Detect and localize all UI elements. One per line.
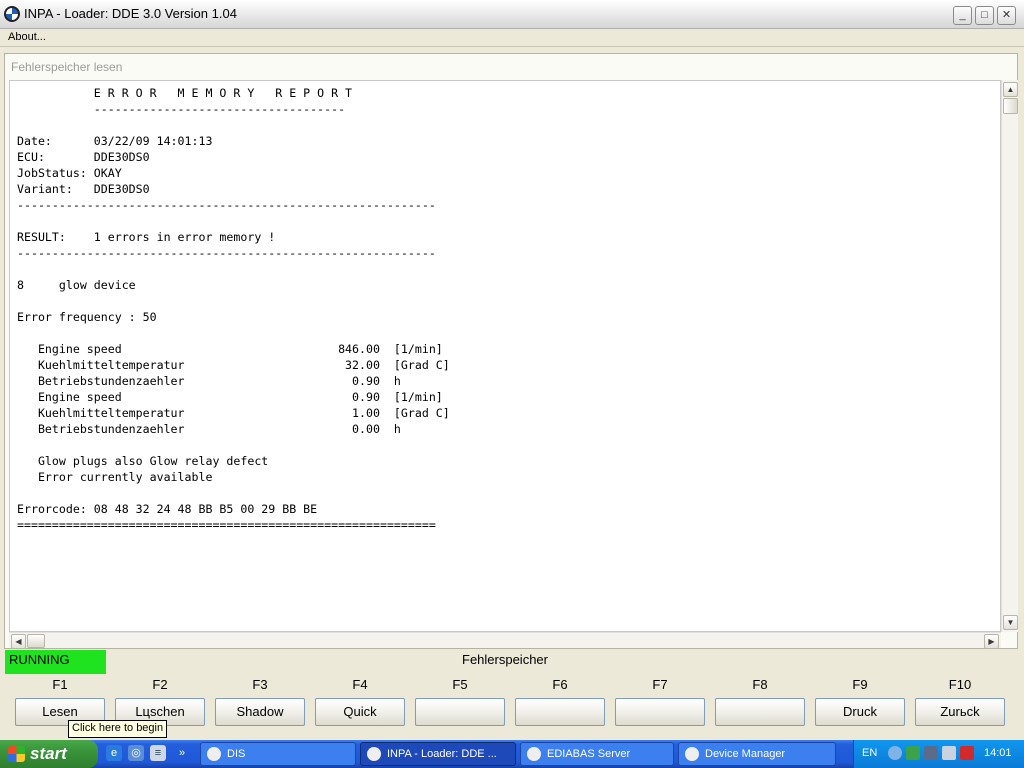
system-tray: EN 14:01 [853,740,1024,768]
fkey-button-f5[interactable] [415,698,505,726]
task-label: INPA - Loader: DDE ... [387,748,497,760]
fkey-button-f8[interactable] [715,698,805,726]
fkey-label-f4: F4 [352,677,368,692]
maximize-button[interactable]: □ [975,6,994,25]
vertical-scrollbar[interactable]: ▲ ▼ [1001,80,1018,632]
taskbar-button[interactable]: INPA - Loader: DDE ... [360,742,516,766]
fkey-button-f7[interactable] [615,698,705,726]
fkey-column-f2: F2 Lцschen [115,675,205,726]
fkey-column-f6: F6 [515,675,605,726]
task-label: EDIABAS Server [547,748,631,760]
panel-title: Fehlerspeicher lesen [11,60,123,74]
vertical-scroll-thumb[interactable] [1003,98,1018,114]
menu-bar: About... [0,29,1024,47]
tray-monitor-icon[interactable] [924,746,938,760]
error-memory-panel: Fehlerspeicher lesen E R R O R M E M O R… [4,53,1018,649]
task-label: Device Manager [705,748,786,760]
more-chevron-icon[interactable]: » [174,745,190,761]
fkey-column-f1: F1 Lesen [15,675,105,726]
fkey-column-f10: F10 Zurьck [915,675,1005,726]
scroll-up-icon[interactable]: ▲ [1003,82,1018,97]
language-indicator[interactable]: EN [862,747,877,759]
fkey-label-f7: F7 [652,677,668,692]
close-button[interactable]: ✕ [997,6,1016,25]
fkey-label-f8: F8 [752,677,768,692]
fkey-label-f5: F5 [452,677,468,692]
tray-volume-icon[interactable] [942,746,956,760]
menu-about[interactable]: About... [8,31,46,43]
fkey-button-f9[interactable]: Druck [815,698,905,726]
title-bar[interactable]: INPA - Loader: DDE 3.0 Version 1.04 _ □ … [0,0,1024,29]
fkey-label-f9: F9 [852,677,868,692]
window-title: INPA - Loader: DDE 3.0 Version 1.04 [24,6,237,21]
minimize-button[interactable]: _ [953,6,972,25]
bmw-logo-icon [4,6,20,22]
report-text: E R R O R M E M O R Y R E P O R T ------… [17,86,450,532]
internet-explorer-icon[interactable]: e [106,745,122,761]
windows-logo-icon [8,746,25,762]
horizontal-scrollbar[interactable]: ◀ ▶ [9,632,1001,649]
taskbar-button[interactable]: EDIABAS Server [520,742,674,766]
notepad-icon[interactable]: ≡ [150,745,166,761]
start-tooltip: Click here to begin [68,720,168,738]
fkey-column-f7: F7 [615,675,705,726]
task-app-icon [207,747,221,761]
fkey-label-f2: F2 [152,677,168,692]
scroll-down-icon[interactable]: ▼ [1003,615,1018,630]
horizontal-scroll-thumb[interactable] [27,634,45,648]
tray-network-icon[interactable] [906,746,920,760]
fkey-label-f3: F3 [252,677,268,692]
fkey-label-f10: F10 [948,677,972,692]
task-app-icon [367,747,381,761]
fkey-button-f10[interactable]: Zurьck [915,698,1005,726]
scroll-right-icon[interactable]: ▶ [984,634,999,649]
fkey-label-f1: F1 [52,677,68,692]
fkey-button-f6[interactable] [515,698,605,726]
report-area[interactable]: E R R O R M E M O R Y R E P O R T ------… [9,80,1001,632]
fkey-column-f4: F4 Quick [315,675,405,726]
task-app-icon [685,747,699,761]
status-title: Fehlerspeicher [462,652,548,667]
clock: 14:01 [984,747,1012,759]
fkey-button-f3[interactable]: Shadow [215,698,305,726]
fkey-column-f8: F8 [715,675,805,726]
tray-antivirus-icon[interactable] [960,746,974,760]
start-label: start [30,744,67,763]
taskbar: start e ◎ ≡ » DIS INPA - Loader: DDE ... E… [0,740,1024,768]
fkey-label-f6: F6 [552,677,568,692]
taskbar-button[interactable]: Device Manager [678,742,836,766]
task-app-icon [527,747,541,761]
explorer-icon[interactable]: ◎ [128,745,144,761]
tray-hide-icon[interactable] [888,746,902,760]
fkey-button-f4[interactable]: Quick [315,698,405,726]
task-label: DIS [227,748,246,760]
status-row: RUNNING Fehlerspeicher [4,649,1018,675]
quick-launch: e ◎ ≡ » [104,745,194,763]
fkey-column-f9: F9 Druck [815,675,905,726]
status-badge: RUNNING [5,650,106,674]
fkey-column-f3: F3 Shadow [215,675,305,726]
fkey-column-f5: F5 [415,675,505,726]
scroll-left-icon[interactable]: ◀ [11,634,26,649]
main-window: INPA - Loader: DDE 3.0 Version 1.04 _ □ … [0,0,1024,740]
start-button[interactable]: start [0,740,98,768]
taskbar-button[interactable]: DIS [200,742,356,766]
